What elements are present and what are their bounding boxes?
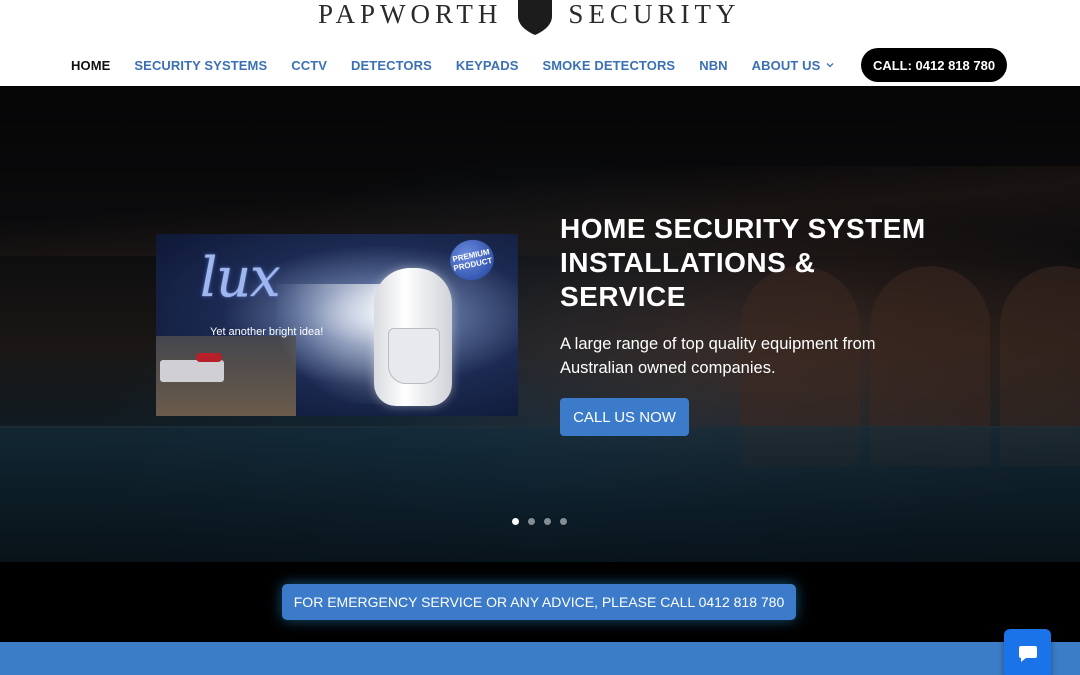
promo-image: lux Yet another bright idea! PREMIUM PRO… [156, 234, 518, 416]
slider-dots [512, 518, 576, 525]
motion-sensor-icon [374, 268, 452, 406]
site-logo[interactable]: PAPWORTH SECURITY [318, 0, 768, 36]
nav-cctv[interactable]: CCTV [291, 58, 327, 73]
slider-dot-3[interactable] [544, 518, 551, 525]
nav-keypads[interactable]: KEYPADS [456, 58, 519, 73]
slider-dot-1[interactable] [512, 518, 519, 525]
chat-bubble-icon [1018, 646, 1037, 662]
hero-slider: lux Yet another bright idea! PREMIUM PRO… [0, 86, 1080, 562]
nav-about-us[interactable]: ABOUT US [752, 58, 835, 73]
sensor-lens [388, 328, 440, 384]
emergency-call-button[interactable]: FOR EMERGENCY SERVICE OR ANY ADVICE, PLE… [282, 584, 796, 620]
site-header: PAPWORTH SECURITY HOME SECURITY SYSTEMS … [0, 0, 1080, 86]
premium-product-badge: PREMIUM PRODUCT [446, 235, 498, 285]
chevron-down-icon [826, 63, 834, 68]
nav-nbn[interactable]: NBN [699, 58, 727, 73]
blue-section-band [0, 642, 1080, 675]
logo-left-word: PAPWORTH [318, 0, 503, 29]
logo-right-word: SECURITY [568, 0, 741, 29]
call-us-now-button[interactable]: CALL US NOW [560, 398, 689, 436]
slider-dot-4[interactable] [560, 518, 567, 525]
hero-subtitle: A large range of top quality equipment f… [560, 335, 876, 377]
chat-button[interactable] [1004, 629, 1051, 675]
nav-home[interactable]: HOME [71, 58, 110, 73]
call-phone-button[interactable]: CALL: 0412 818 780 [861, 48, 1007, 82]
nav-security-systems[interactable]: SECURITY SYSTEMS [134, 58, 267, 73]
hero-title: HOME SECURITY SYSTEM INSTALLATIONS & SER… [560, 213, 926, 312]
emergency-band: FOR EMERGENCY SERVICE OR ANY ADVICE, PLE… [0, 562, 1080, 642]
promo-bed [160, 360, 224, 382]
slider-dot-2[interactable] [528, 518, 535, 525]
nav-about-us-label: ABOUT US [751, 57, 821, 73]
promo-pillow [196, 353, 222, 362]
main-nav: HOME SECURITY SYSTEMS CCTV DETECTORS KEY… [71, 48, 858, 82]
nav-detectors[interactable]: DETECTORS [351, 58, 432, 73]
hero-background-pool [0, 426, 1080, 562]
shield-icon [518, 0, 553, 35]
nav-smoke-detectors[interactable]: SMOKE DETECTORS [542, 58, 675, 73]
promo-brand-logo: lux [200, 246, 281, 309]
promo-tagline: Yet another bright idea! [210, 326, 324, 338]
